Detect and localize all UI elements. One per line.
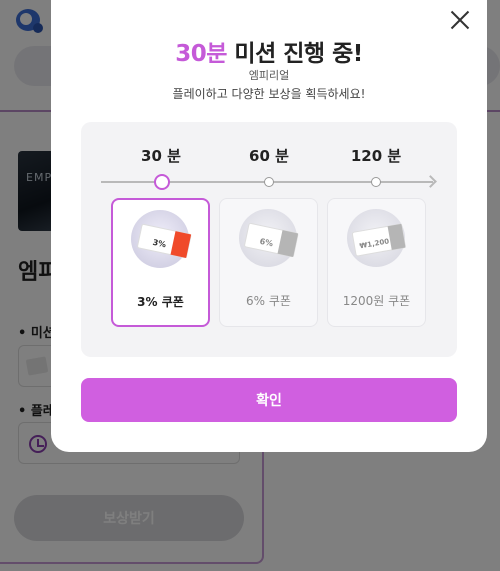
coupon-label: 1200원 쿠폰 [342,294,411,308]
reward-card-1200won[interactable]: ₩1,200 1200원 쿠폰 [327,198,426,327]
coupon-icon: 3% [137,223,192,259]
mission-modal: 30분 미션 진행 중! 엠피리얼 플레이하고 다양한 보상을 획득하세요! 3… [51,0,487,452]
coupon-icon: 6% [244,222,299,258]
arrow-right-icon [424,175,437,188]
close-icon[interactable] [449,9,471,31]
coupon-label: 6% 쿠폰 [246,294,291,308]
milestone-dot [264,177,274,187]
milestone-dot-active [154,174,170,190]
milestone-time-120: 120 분 [350,147,402,165]
reward-card-3pct[interactable]: 3% 3% 쿠폰 [111,198,210,327]
reward-card-6pct[interactable]: 6% 6% 쿠폰 [219,198,318,327]
confirm-button[interactable]: 확인 [81,378,457,422]
coupon-label: 3% 쿠폰 [137,295,184,309]
modal-description: 플레이하고 다양한 보상을 획득하세요! [172,87,366,101]
title-text: 미션 진행 중! [226,41,363,67]
milestone-time-60: 60 분 [249,147,289,165]
milestone-panel: 30 분 60 분 120 분 3% 3% 쿠폰 6% 6% 쿠폰 ₩1,200… [81,122,457,357]
game-name: 엠피리얼 [248,69,290,82]
milestone-dot [371,177,381,187]
coupon-icon: ₩1,200 [351,223,406,257]
title-accent: 30분 [175,41,227,67]
milestone-time-30: 30 분 [141,147,181,165]
modal-title: 30분 미션 진행 중! [51,34,487,68]
